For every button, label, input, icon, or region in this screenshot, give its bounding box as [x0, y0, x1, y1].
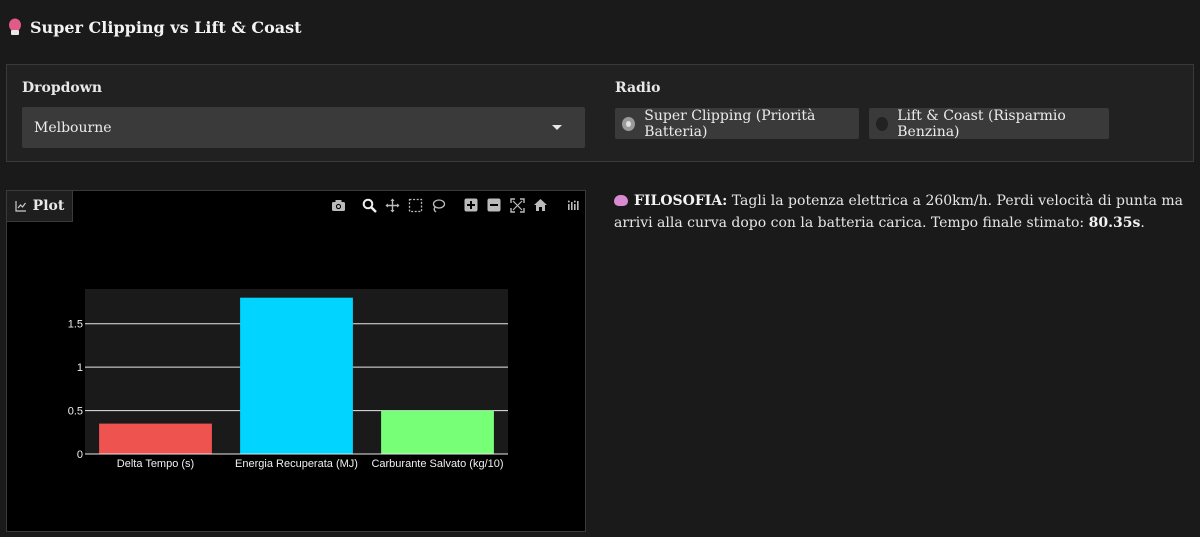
- y-tick-label: 1: [77, 362, 83, 374]
- radio-option-label: Lift & Coast (Risparmio Benzina): [897, 107, 1066, 140]
- page-title: Super Clipping vs Lift & Coast: [30, 17, 302, 37]
- bar: [240, 297, 353, 454]
- radio-label: Radio: [615, 80, 661, 96]
- page-header: Super Clipping vs Lift & Coast: [8, 16, 302, 38]
- radio-selected-icon[interactable]: [622, 116, 636, 131]
- plot-panel: Plot 0 0.5 1 1.5 Delta Tempo (s) Energia…: [6, 190, 586, 532]
- radio-option-lift-coast[interactable]: Lift & Coast (Risparmio Benzina): [869, 107, 1109, 140]
- dropdown-value: Melbourne: [34, 119, 112, 136]
- radio-option-super-clipping[interactable]: Super Clipping (Priorità Batteria): [615, 107, 859, 140]
- x-tick-label: Carburante Salvato (kg/10): [371, 458, 503, 470]
- estimated-time: 80.35s: [1088, 215, 1141, 231]
- y-tick-label: 0.5: [68, 406, 83, 418]
- filosofia-text: FILOSOFIA: Tagli la potenza elettrica a …: [614, 190, 1192, 234]
- y-tick-label: 0: [77, 449, 83, 461]
- filosofia-label: FILOSOFIA:: [634, 193, 728, 209]
- bar: [381, 410, 494, 454]
- boxing-glove-icon: [9, 18, 21, 35]
- chevron-down-icon[interactable]: [552, 125, 562, 130]
- circuit-dropdown[interactable]: Melbourne: [22, 107, 585, 148]
- dropdown-label: Dropdown: [22, 80, 103, 96]
- x-tick-label: Energia Recuperata (MJ): [235, 458, 358, 470]
- y-tick-label: 1.5: [68, 319, 83, 331]
- bar-chart: 0 0.5 1 1.5 Delta Tempo (s) Energia Recuperat…: [68, 289, 508, 470]
- radio-option-label: Super Clipping (Priorità Batteria): [644, 107, 816, 140]
- bar: [99, 423, 212, 454]
- x-tick-label: Delta Tempo (s): [117, 458, 194, 470]
- radio-unselected-icon[interactable]: [876, 116, 889, 131]
- filosofia-end: .: [1140, 215, 1145, 231]
- controls-panel: Dropdown Melbourne Radio Super Clipping …: [6, 64, 1194, 162]
- brain-icon: [614, 195, 628, 206]
